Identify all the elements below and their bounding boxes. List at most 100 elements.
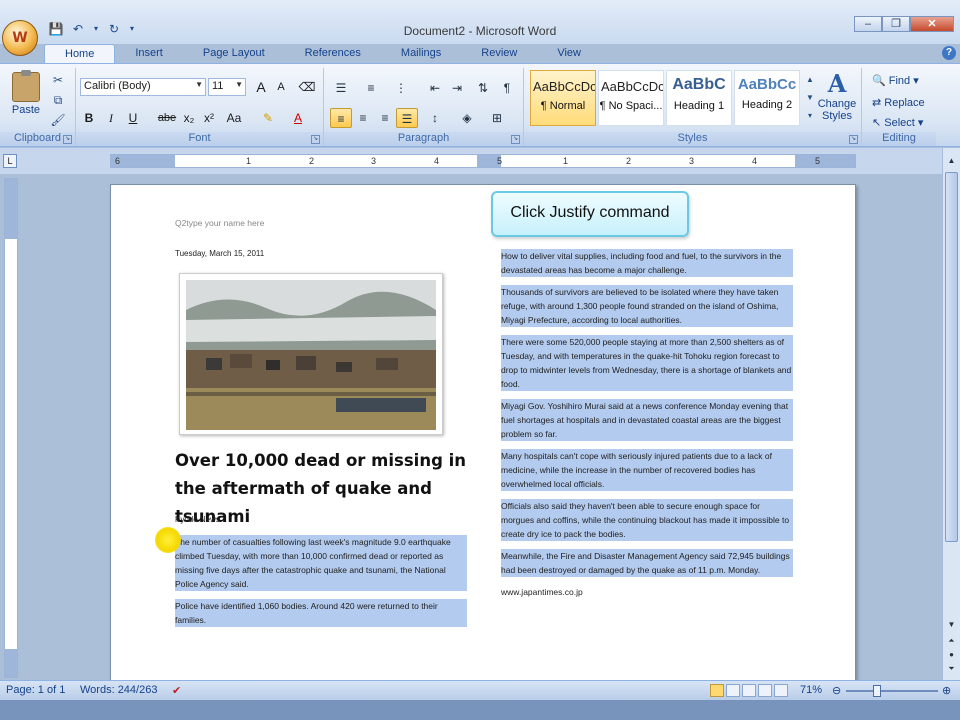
format-painter-icon[interactable]: 🖌 xyxy=(50,112,66,128)
style-normal[interactable]: AaBbCcDc ¶ Normal xyxy=(530,70,596,126)
ruler-number: 2 xyxy=(309,156,315,166)
font-group-label: Font xyxy=(76,132,323,146)
sort-icon[interactable]: ⇅ xyxy=(472,78,494,98)
next-page-icon[interactable]: ⏷ xyxy=(945,662,958,675)
ruler-number: 1 xyxy=(563,156,569,166)
web-layout-icon[interactable] xyxy=(742,684,756,697)
scroll-up-icon[interactable]: ▲ xyxy=(945,154,958,167)
change-case-button[interactable]: Aa xyxy=(222,108,246,128)
justify-icon[interactable]: ☰ xyxy=(396,108,418,128)
minimize-button[interactable]: – xyxy=(854,16,882,32)
line-spacing-icon[interactable]: ↕ xyxy=(424,108,446,128)
full-screen-reading-icon[interactable] xyxy=(726,684,740,697)
align-left-icon[interactable]: ≡ xyxy=(330,108,352,128)
proofing-icon[interactable]: ✔ xyxy=(172,684,181,697)
paragraph: Many hospitals can't cope with seriously… xyxy=(501,449,793,491)
subscript-button[interactable]: x₂ xyxy=(180,108,198,128)
superscript-button[interactable]: x² xyxy=(200,108,218,128)
underline-button[interactable]: U xyxy=(124,108,142,128)
paste-button[interactable]: Paste xyxy=(6,70,46,128)
increase-indent-icon[interactable]: ⇥ xyxy=(446,78,468,98)
align-right-icon[interactable]: ≡ xyxy=(374,108,396,128)
office-button[interactable]: W xyxy=(2,20,38,56)
bullets-icon[interactable]: ☰ xyxy=(330,78,352,98)
shading-icon[interactable]: ◈ xyxy=(456,108,478,128)
draft-view-icon[interactable] xyxy=(774,684,788,697)
tab-insert[interactable]: Insert xyxy=(115,44,183,64)
word-count[interactable]: Words: 244/263 xyxy=(80,684,157,696)
scroll-down-icon[interactable]: ▼ xyxy=(945,618,958,631)
paragraph: Miyagi Gov. Yoshihiro Murai said at a ne… xyxy=(501,399,793,441)
replace-button[interactable]: ⇄ Replace xyxy=(872,96,925,109)
tab-review[interactable]: Review xyxy=(461,44,537,64)
paragraph-group: ☰ ≡ ⋮ ⇤ ⇥ ⇅ ¶ ≡ ≡ ≡ ☰ ↕ ◈ ⊞ Paragraph ↘ xyxy=(324,68,524,146)
style-heading-1[interactable]: AaBbC Heading 1 xyxy=(666,70,732,126)
style-heading-2[interactable]: AaBbCc Heading 2 xyxy=(734,70,800,126)
grow-font-label: A xyxy=(256,79,266,95)
document-area: Q2type your name here Tuesday, March 15,… xyxy=(22,174,940,680)
paragraph-launcher-icon[interactable]: ↘ xyxy=(511,135,520,144)
previous-page-icon[interactable]: ⏶ xyxy=(945,634,958,647)
align-center-icon[interactable]: ≡ xyxy=(352,108,374,128)
document-page[interactable]: Q2type your name here Tuesday, March 15,… xyxy=(110,184,856,680)
select-label: Select xyxy=(884,117,915,129)
font-launcher-icon[interactable]: ↘ xyxy=(311,135,320,144)
maximize-button[interactable]: ❐ xyxy=(882,16,910,32)
italic-button[interactable]: I xyxy=(102,108,120,128)
tab-home[interactable]: Home xyxy=(44,44,116,64)
cut-icon[interactable]: ✂ xyxy=(50,72,66,88)
tsunami-photo[interactable] xyxy=(179,273,443,435)
scroll-thumb[interactable] xyxy=(945,172,958,542)
paragraph: There were some 520,000 people staying a… xyxy=(501,335,793,391)
font-color-icon[interactable]: A xyxy=(288,108,308,128)
shrink-font-button[interactable]: A xyxy=(272,77,290,97)
ruler-number: 4 xyxy=(434,156,440,166)
find-label: Find xyxy=(888,75,911,87)
grow-font-button[interactable]: A xyxy=(252,77,270,97)
tab-page-layout[interactable]: Page Layout xyxy=(183,44,285,64)
highlight-icon[interactable]: ✎ xyxy=(258,108,278,128)
decrease-indent-icon[interactable]: ⇤ xyxy=(424,78,446,98)
vertical-scrollbar[interactable]: ▲ ▼ ⏶ ● ⏷ xyxy=(942,148,960,680)
paste-label: Paste xyxy=(11,104,41,116)
print-layout-view-icon[interactable] xyxy=(710,684,724,697)
multilevel-list-icon[interactable]: ⋮ xyxy=(390,78,412,98)
borders-icon[interactable]: ⊞ xyxy=(486,108,508,128)
browse-object-icon[interactable]: ● xyxy=(945,648,958,661)
outline-view-icon[interactable] xyxy=(758,684,772,697)
change-styles-button[interactable]: A Change Styles xyxy=(814,70,860,130)
show-hide-button[interactable]: ¶ xyxy=(496,78,518,98)
clipboard-launcher-icon[interactable]: ↘ xyxy=(63,135,72,144)
close-button[interactable]: ✕ xyxy=(910,16,954,32)
clear-formatting-icon[interactable]: ⌫ xyxy=(298,77,316,97)
styles-launcher-icon[interactable]: ↘ xyxy=(849,135,858,144)
bold-button[interactable]: B xyxy=(80,108,98,128)
author-placeholder[interactable]: Q2type your name here xyxy=(175,218,264,228)
find-button[interactable]: 🔍 Find ▾ xyxy=(872,74,919,87)
binoculars-icon: 🔍 xyxy=(872,75,886,87)
tab-mailings[interactable]: Mailings xyxy=(381,44,461,64)
left-column[interactable]: The number of casualties following last … xyxy=(175,535,467,635)
horizontal-ruler[interactable]: 6 1 2 3 4 5 1 2 3 4 5 xyxy=(110,154,856,168)
font-size-value: 11 xyxy=(212,80,224,92)
paragraph: Police have identified 1,060 bodies. Aro… xyxy=(175,599,467,627)
copy-icon[interactable]: ⧉ xyxy=(50,92,66,108)
strikethrough-button[interactable]: abe xyxy=(156,108,178,128)
tab-selector-icon[interactable]: L xyxy=(3,154,17,168)
page-count[interactable]: Page: 1 of 1 xyxy=(6,684,65,696)
zoom-level[interactable]: 71% xyxy=(800,684,822,696)
vertical-ruler[interactable] xyxy=(4,178,18,678)
right-column[interactable]: How to deliver vital supplies, including… xyxy=(501,249,793,607)
zoom-knob[interactable] xyxy=(873,685,881,697)
tab-references[interactable]: References xyxy=(285,44,381,64)
help-icon[interactable]: ? xyxy=(942,46,956,60)
zoom-slider[interactable] xyxy=(846,690,938,692)
select-button[interactable]: ↖ Select ▾ xyxy=(872,116,923,129)
zoom-out-icon[interactable]: ⊖ xyxy=(832,684,841,697)
font-size-combo[interactable]: 11 ▼ xyxy=(208,78,246,96)
numbering-icon[interactable]: ≡ xyxy=(360,78,382,98)
style-no-spacing[interactable]: AaBbCcDc ¶ No Spaci... xyxy=(598,70,664,126)
font-name-combo[interactable]: Calibri (Body) ▼ xyxy=(80,78,206,96)
tab-view[interactable]: View xyxy=(537,44,601,64)
zoom-in-icon[interactable]: ⊕ xyxy=(942,684,951,697)
